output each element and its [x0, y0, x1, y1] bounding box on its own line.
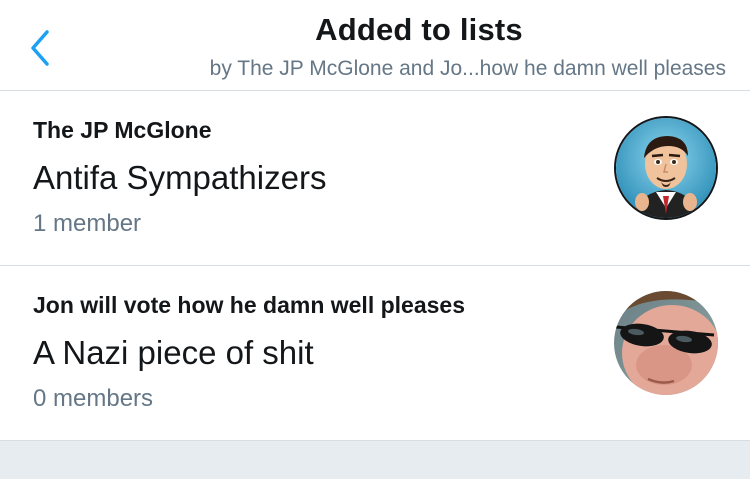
page-title: Added to lists — [315, 12, 523, 47]
list-item[interactable]: Jon will vote how he damn well pleases A… — [0, 266, 750, 441]
page-subtitle: by The JP McGlone and Jo...how he damn w… — [209, 57, 726, 80]
list-member-count: 0 members — [33, 385, 154, 412]
avatar — [614, 291, 718, 395]
nav-header: Added to lists by The JP McGlone and Jo.… — [0, 0, 750, 91]
list-item[interactable]: The JP McGlone Antifa Sympathizers 1 mem… — [0, 91, 750, 266]
empty-area — [0, 441, 750, 479]
list-owner: Jon will vote how he damn well pleases — [33, 292, 466, 318]
cartoon-avatar-icon — [616, 118, 716, 218]
list-owner: The JP McGlone — [33, 117, 212, 143]
list-name: A Nazi piece of shit — [33, 334, 314, 371]
photo-avatar-sunglasses-icon — [614, 291, 718, 395]
avatar — [614, 116, 718, 220]
list-member-count: 1 member — [33, 210, 142, 237]
list-name: Antifa Sympathizers — [33, 159, 327, 196]
